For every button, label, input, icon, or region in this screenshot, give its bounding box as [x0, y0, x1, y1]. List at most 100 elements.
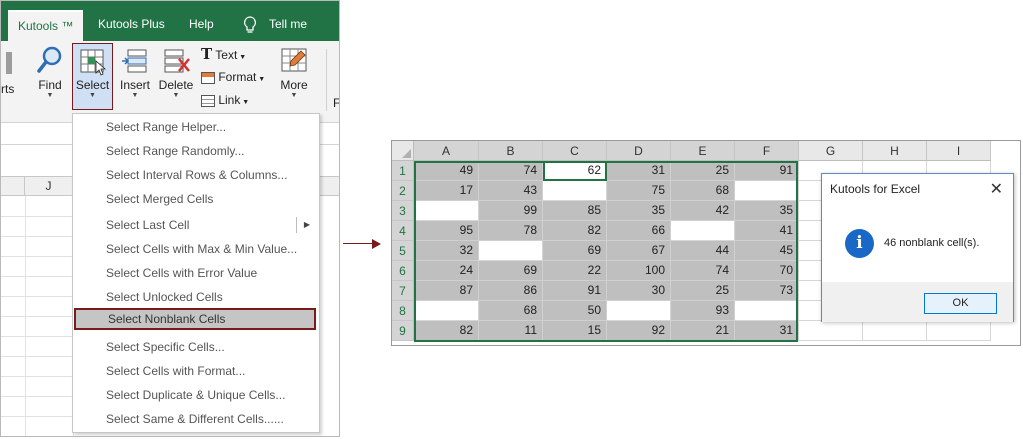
cell-a4[interactable]: 95	[414, 221, 479, 241]
row-header-5[interactable]: 5	[392, 241, 414, 261]
cell-b4[interactable]: 78	[479, 221, 543, 241]
column-header-h[interactable]: H	[863, 141, 927, 161]
row-header-6[interactable]: 6	[392, 261, 414, 281]
menu-item-select-error-value[interactable]: Select Cells with Error Value	[74, 262, 318, 284]
row-header-7[interactable]: 7	[392, 281, 414, 301]
cell-f2[interactable]	[735, 181, 799, 201]
cell-d9[interactable]: 92	[607, 321, 671, 341]
text-button[interactable]: T Text ▼	[201, 45, 246, 63]
cell-f9[interactable]: 31	[735, 321, 799, 341]
cell-b3[interactable]: 99	[479, 201, 543, 221]
column-header-b[interactable]: B	[479, 141, 543, 161]
row-header-8[interactable]: 8	[392, 301, 414, 321]
cell-d6[interactable]: 100	[607, 261, 671, 281]
cell-c7[interactable]: 91	[543, 281, 607, 301]
cell-d4[interactable]: 66	[607, 221, 671, 241]
menu-item-select-last-cell[interactable]: Select Last Cell ▶	[74, 214, 318, 236]
cell-f5[interactable]: 45	[735, 241, 799, 261]
column-header-j[interactable]: J	[25, 177, 73, 196]
cell-a5[interactable]: 32	[414, 241, 479, 261]
cell-e8[interactable]: 93	[671, 301, 735, 321]
cell-c1[interactable]: 62	[543, 161, 607, 181]
tab-kutools-plus[interactable]: Kutools Plus	[88, 10, 175, 41]
cell-b2[interactable]: 43	[479, 181, 543, 201]
menu-item-select-interval-rows-columns[interactable]: Select Interval Rows & Columns...	[74, 164, 318, 186]
cell-c2[interactable]	[543, 181, 607, 201]
cell-g9[interactable]	[799, 321, 863, 341]
more-button[interactable]: More ▼	[277, 45, 311, 100]
tab-help[interactable]: Help	[179, 10, 224, 41]
row-header-1[interactable]: 1	[392, 161, 414, 181]
row-header-4[interactable]: 4	[392, 221, 414, 241]
select-button[interactable]: Select ▼	[72, 43, 113, 110]
column-header-g[interactable]: G	[799, 141, 863, 161]
cell-d1[interactable]: 31	[607, 161, 671, 181]
menu-item-select-range-helper[interactable]: Select Range Helper...	[74, 116, 318, 138]
menu-item-select-nonblank-cells[interactable]: Select Nonblank Cells	[74, 308, 316, 330]
row-header-2[interactable]: 2	[392, 181, 414, 201]
cell-b5[interactable]	[479, 241, 543, 261]
select-all-corner[interactable]	[392, 141, 414, 161]
cell-f3[interactable]: 35	[735, 201, 799, 221]
cell-e2[interactable]: 68	[671, 181, 735, 201]
cell-c3[interactable]: 85	[543, 201, 607, 221]
close-icon[interactable]: ✕	[990, 179, 1003, 199]
menu-item-select-specific-cells[interactable]: Select Specific Cells...	[74, 336, 318, 358]
cell-f1[interactable]: 91	[735, 161, 799, 181]
column-header-a[interactable]: A	[414, 141, 479, 161]
cell-e4[interactable]	[671, 221, 735, 241]
cell-a1[interactable]: 49	[414, 161, 479, 181]
cell-i9[interactable]	[927, 321, 991, 341]
cell-b9[interactable]: 11	[479, 321, 543, 341]
cell-c6[interactable]: 22	[543, 261, 607, 281]
cell-a2[interactable]: 17	[414, 181, 479, 201]
cell-a9[interactable]: 82	[414, 321, 479, 341]
cell-e9[interactable]: 21	[671, 321, 735, 341]
tab-kutools[interactable]: Kutools ™	[8, 10, 84, 41]
cell-d5[interactable]: 67	[607, 241, 671, 261]
menu-item-select-same-different[interactable]: Select Same & Different Cells......	[74, 408, 318, 430]
find-button[interactable]: Find ▼	[34, 45, 66, 100]
cell-f6[interactable]: 70	[735, 261, 799, 281]
tell-me-search[interactable]: Tell me what	[259, 10, 339, 60]
cell-b8[interactable]: 68	[479, 301, 543, 321]
cell-b7[interactable]: 86	[479, 281, 543, 301]
menu-item-select-unlocked-cells[interactable]: Select Unlocked Cells	[74, 286, 318, 308]
column-header-e[interactable]: E	[671, 141, 735, 161]
cell-e5[interactable]: 44	[671, 241, 735, 261]
row-header-3[interactable]: 3	[392, 201, 414, 221]
column-header-f[interactable]: F	[735, 141, 799, 161]
cell-c4[interactable]: 82	[543, 221, 607, 241]
cell-e1[interactable]: 25	[671, 161, 735, 181]
cell-e3[interactable]: 42	[671, 201, 735, 221]
menu-item-select-merged-cells[interactable]: Select Merged Cells	[74, 188, 318, 210]
cell-h9[interactable]	[863, 321, 927, 341]
column-header-i[interactable]: I	[927, 141, 991, 161]
menu-item-select-range-randomly[interactable]: Select Range Randomly...	[74, 140, 318, 162]
cell-b1[interactable]: 74	[479, 161, 543, 181]
cell-c8[interactable]: 50	[543, 301, 607, 321]
delete-button[interactable]: Delete ▼	[158, 45, 194, 100]
column-header-d[interactable]: D	[607, 141, 671, 161]
cell-e6[interactable]: 74	[671, 261, 735, 281]
cell-d2[interactable]: 75	[607, 181, 671, 201]
cell-a8[interactable]	[414, 301, 479, 321]
cell-e7[interactable]: 25	[671, 281, 735, 301]
ok-button[interactable]: OK	[924, 293, 997, 314]
link-button[interactable]: Link ▼	[201, 91, 249, 109]
menu-item-select-max-min[interactable]: Select Cells with Max & Min Value...	[74, 238, 318, 260]
column-header[interactable]	[1, 177, 25, 196]
cell-d3[interactable]: 35	[607, 201, 671, 221]
cell-f8[interactable]	[735, 301, 799, 321]
format-button[interactable]: Format ▼	[201, 68, 265, 86]
cell-f4[interactable]: 41	[735, 221, 799, 241]
cell-a7[interactable]: 87	[414, 281, 479, 301]
cell-d7[interactable]: 30	[607, 281, 671, 301]
menu-item-select-cells-with-format[interactable]: Select Cells with Format...	[74, 360, 318, 382]
cell-a3[interactable]	[414, 201, 479, 221]
cell-c5[interactable]: 69	[543, 241, 607, 261]
row-header-9[interactable]: 9	[392, 321, 414, 341]
cell-a6[interactable]: 24	[414, 261, 479, 281]
cell-d8[interactable]	[607, 301, 671, 321]
column-header-c[interactable]: C	[543, 141, 607, 161]
